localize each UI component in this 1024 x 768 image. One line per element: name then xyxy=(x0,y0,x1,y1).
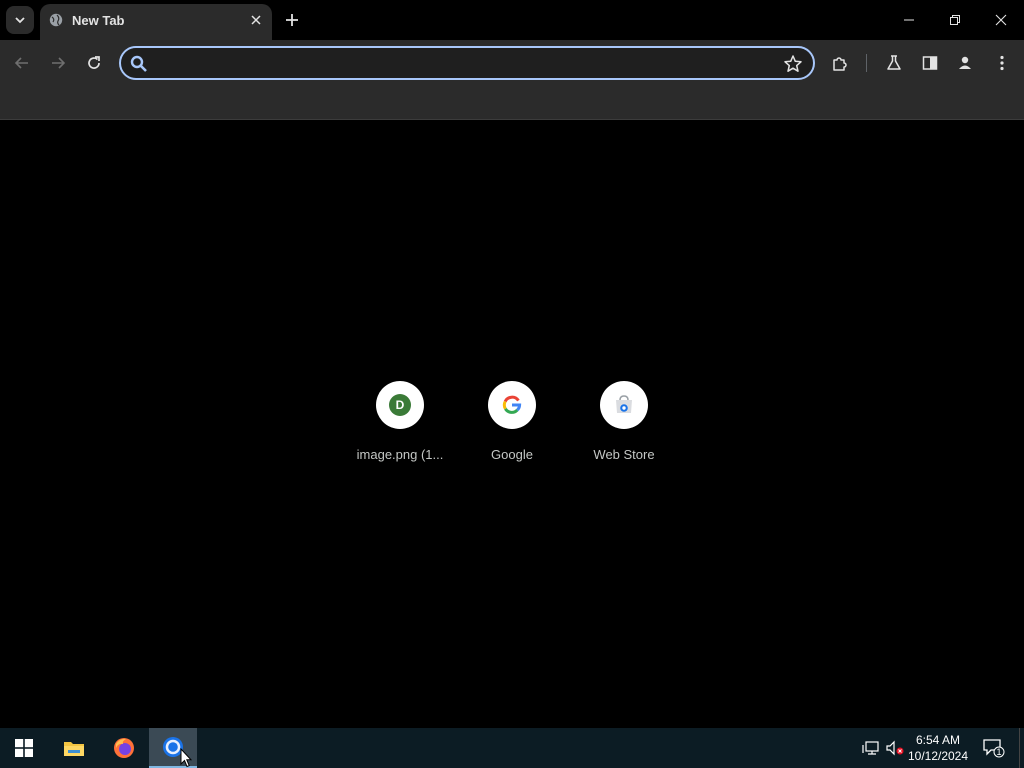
shortcut-tile[interactable]: D image.png (1... xyxy=(344,381,456,471)
taskbar: 6:54 AM 10/12/2024 1 xyxy=(0,728,1024,768)
restore-icon xyxy=(950,15,960,25)
close-icon xyxy=(995,14,1007,26)
chevron-down-icon xyxy=(15,17,25,24)
person-icon xyxy=(959,56,971,69)
new-tab-page: D image.png (1... Google Web Store xyxy=(0,121,1024,728)
file-explorer-icon xyxy=(64,742,84,756)
side-panel-icon xyxy=(922,56,938,70)
shortcut-label: Google xyxy=(491,447,533,462)
forward-button[interactable] xyxy=(44,49,72,77)
firefox-taskbar-button[interactable] xyxy=(100,728,148,768)
side-panel-button[interactable] xyxy=(916,49,944,77)
restore-button[interactable] xyxy=(932,0,978,40)
flask-icon xyxy=(887,55,901,70)
address-input[interactable] xyxy=(155,52,775,76)
bookmarks-bar xyxy=(0,86,1024,120)
bookmark-star-icon[interactable] xyxy=(783,54,803,74)
reload-icon xyxy=(88,56,100,69)
toolbar-divider xyxy=(866,54,867,72)
shortcut-icon-circle: D xyxy=(376,381,424,429)
address-bar[interactable] xyxy=(119,46,815,80)
web-store-icon xyxy=(616,395,632,413)
tab-title: New Tab xyxy=(72,13,125,28)
labs-button[interactable] xyxy=(880,49,908,77)
network-tray-icon[interactable] xyxy=(861,738,881,758)
tab-close-button[interactable] xyxy=(248,12,264,28)
arrow-right-icon xyxy=(52,57,66,69)
shortcut-label: image.png (1... xyxy=(356,447,444,462)
tab-new-tab[interactable]: New Tab xyxy=(40,4,272,40)
back-button[interactable] xyxy=(8,49,36,77)
clock-date: 10/12/2024 xyxy=(907,749,969,763)
shortcut-tile[interactable]: Google xyxy=(456,381,568,471)
volume-muted-icon xyxy=(886,740,904,756)
globe-icon xyxy=(49,13,63,27)
new-tab-button[interactable] xyxy=(280,8,304,32)
start-icon xyxy=(15,739,33,757)
more-vertical-icon xyxy=(1000,55,1004,71)
clock-time: 6:54 AM xyxy=(915,733,961,747)
firefox-icon xyxy=(114,738,134,758)
puzzle-icon xyxy=(833,57,847,71)
shortcut-icon-circle xyxy=(488,381,536,429)
system-clock[interactable]: 6:54 AM 10/12/2024 xyxy=(904,732,972,764)
shortcut-icon-circle xyxy=(600,381,648,429)
menu-button[interactable] xyxy=(988,49,1016,77)
start-button[interactable] xyxy=(0,728,48,768)
minimize-button[interactable] xyxy=(886,0,932,40)
plus-icon xyxy=(286,14,298,26)
reload-button[interactable] xyxy=(80,49,108,77)
file-explorer-taskbar-button[interactable] xyxy=(50,728,98,768)
close-icon xyxy=(251,15,261,25)
shortcut-label: Web Store xyxy=(593,447,655,462)
notification-count-badge: 1 xyxy=(996,747,1002,757)
shortcut-tile[interactable]: Web Store xyxy=(568,381,680,471)
tab-search-button[interactable] xyxy=(6,6,34,34)
action-center-button[interactable]: 1 xyxy=(982,738,1006,758)
search-icon xyxy=(130,55,147,72)
volume-tray-icon[interactable] xyxy=(885,738,905,758)
extensions-button[interactable] xyxy=(826,49,854,77)
network-icon xyxy=(862,741,879,755)
google-g-icon xyxy=(502,395,522,414)
profile-button[interactable] xyxy=(951,49,979,77)
show-desktop-button[interactable] xyxy=(1019,728,1024,768)
mouse-cursor-icon xyxy=(180,748,192,768)
close-window-button[interactable] xyxy=(978,0,1024,40)
letter-d-avatar: D xyxy=(389,394,411,416)
arrow-left-icon xyxy=(14,57,28,69)
title-bar: New Tab xyxy=(0,0,1024,40)
minimize-icon xyxy=(904,19,914,21)
